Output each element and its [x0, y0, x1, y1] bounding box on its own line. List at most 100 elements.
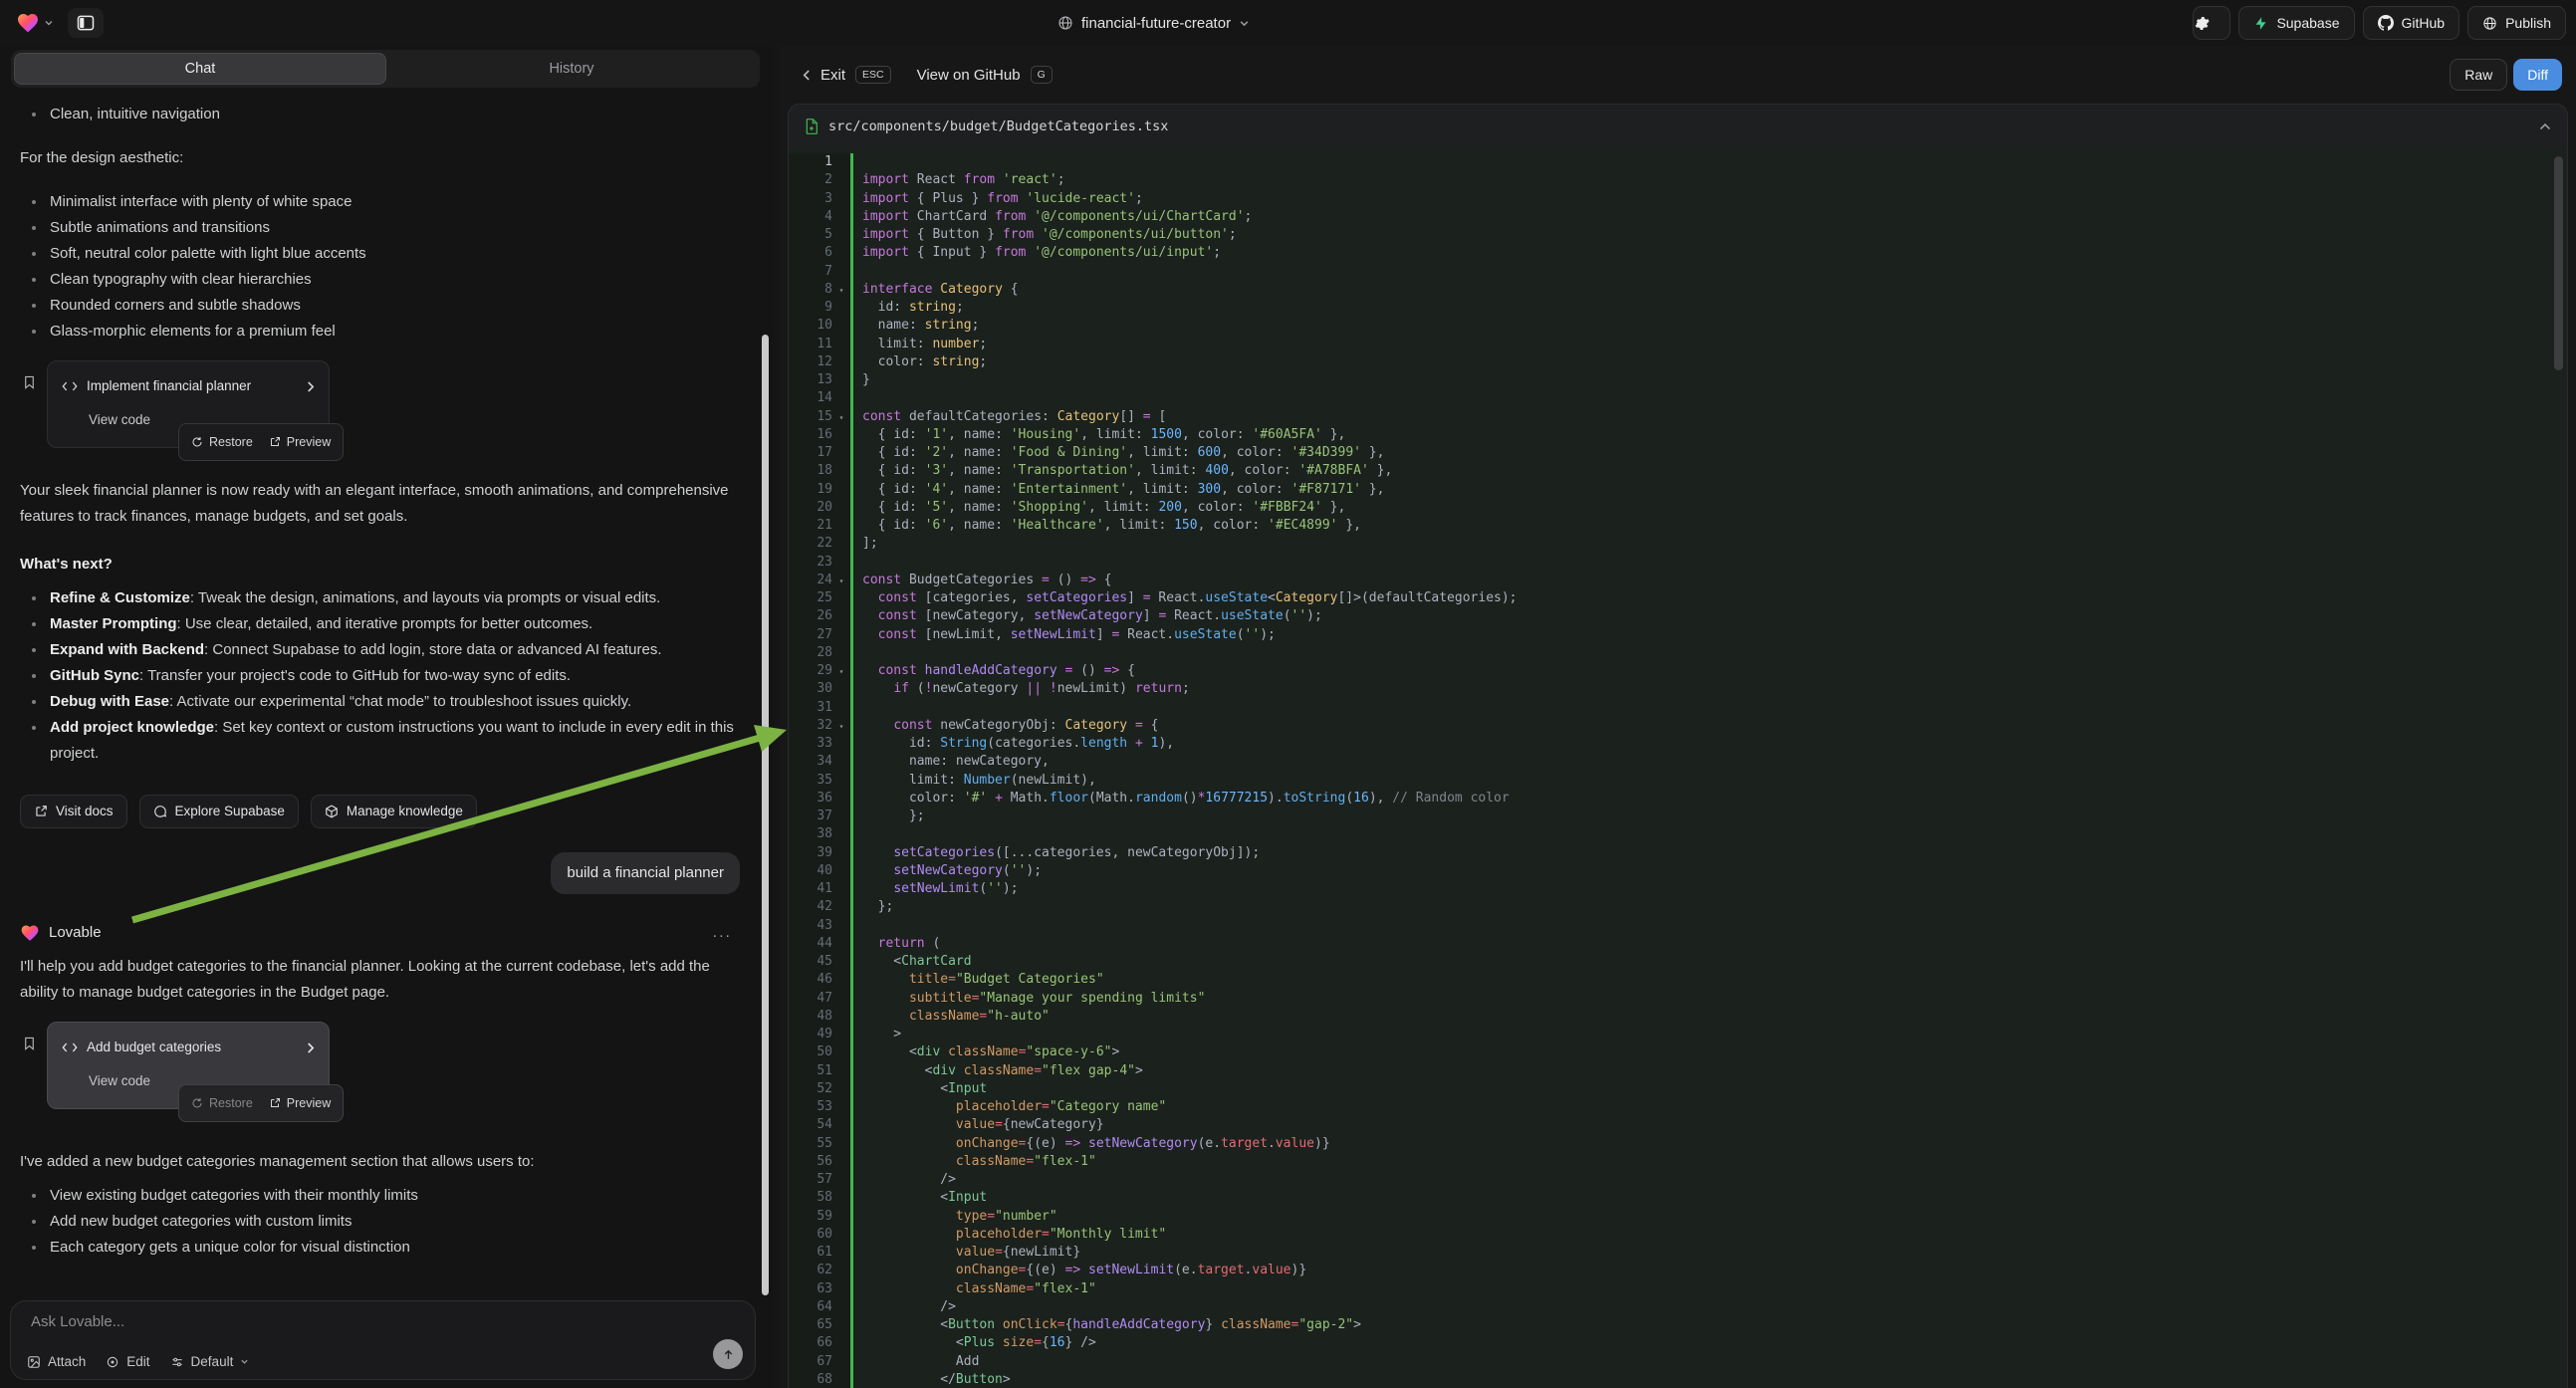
code-line: 33 id: String(categories.length + 1), [789, 735, 2567, 753]
caret-spacer [832, 735, 850, 753]
assistant-header: Lovable ... [20, 920, 740, 946]
chevron-down-icon [240, 1357, 249, 1366]
caret-spacer [832, 1280, 850, 1298]
line-number: 34 [789, 753, 832, 771]
sidebar-toggle-button[interactable] [68, 8, 104, 38]
project-title-dropdown[interactable]: financial-future-creator [1057, 0, 1250, 46]
exit-button[interactable]: Exit ESC [802, 66, 891, 84]
line-number: 6 [789, 244, 832, 262]
fold-caret-icon[interactable]: ▾ [832, 408, 850, 426]
caret-spacer [832, 244, 850, 262]
lovable-heart-icon [20, 923, 40, 943]
caret-spacer [832, 554, 850, 572]
line-number: 40 [789, 862, 832, 880]
raw-toggle-button[interactable]: Raw [2450, 59, 2507, 91]
external-link-icon [269, 436, 281, 448]
fold-caret-icon[interactable]: ▾ [832, 572, 850, 589]
version-card-add-budget-categories[interactable]: Add budget categories View code Restore … [47, 1022, 330, 1109]
line-number: 14 [789, 389, 832, 407]
caret-spacer [832, 263, 850, 281]
restore-button[interactable]: Restore [191, 429, 253, 455]
manage-knowledge-button[interactable]: Manage knowledge [311, 795, 477, 828]
bookmark-icon[interactable] [22, 374, 37, 390]
caret-spacer [832, 753, 850, 771]
bookmark-icon[interactable] [22, 1036, 37, 1051]
added-bullet-list: View existing budget categories with the… [20, 1183, 740, 1261]
list-item: Minimalist interface with plenty of whit… [20, 189, 740, 215]
code-line: 58 <Input [789, 1189, 2567, 1207]
tab-chat[interactable]: Chat [14, 53, 386, 85]
fold-caret-icon[interactable]: ▾ [832, 281, 850, 299]
caret-spacer [832, 680, 850, 698]
visit-docs-button[interactable]: Visit docs [20, 795, 127, 828]
fold-caret-icon[interactable]: ▾ [832, 717, 850, 735]
supabase-label: Supabase [2276, 15, 2339, 31]
supabase-button[interactable]: Supabase [2238, 6, 2354, 40]
diff-toggle-button[interactable]: Diff [2513, 59, 2562, 91]
lovable-logo-menu[interactable] [0, 11, 54, 35]
line-number: 60 [789, 1226, 832, 1244]
code-icon [62, 380, 78, 392]
caret-spacer [832, 517, 850, 535]
code-line: 16 { id: '1', name: 'Housing', limit: 15… [789, 426, 2567, 444]
line-number: 49 [789, 1026, 832, 1043]
restore-button[interactable]: Restore [191, 1090, 253, 1116]
line-number: 10 [789, 317, 832, 335]
message-options-icon[interactable]: ... [713, 920, 740, 946]
mode-select[interactable]: Default [170, 1354, 250, 1369]
publish-label: Publish [2505, 15, 2551, 31]
line-number: 19 [789, 481, 832, 499]
line-number: 51 [789, 1062, 832, 1080]
caret-spacer [832, 626, 850, 644]
code-line: 23 [789, 554, 2567, 572]
tab-history[interactable]: History [386, 53, 757, 85]
chat-scrollbar[interactable] [762, 335, 769, 1295]
external-link-icon [34, 805, 48, 818]
caret-spacer [832, 426, 850, 444]
chat-input[interactable] [31, 1313, 695, 1330]
send-button[interactable] [713, 1339, 743, 1369]
preview-button[interactable]: Preview [269, 1090, 331, 1116]
code-scrollbar[interactable] [2554, 156, 2563, 370]
line-number: 12 [789, 353, 832, 371]
line-number: 4 [789, 208, 832, 226]
caret-spacer [832, 589, 850, 607]
caret-spacer [832, 1226, 850, 1244]
code-line: 50 <div className="space-y-6"> [789, 1043, 2567, 1061]
line-number: 50 [789, 1043, 832, 1061]
publish-button[interactable]: Publish [2467, 6, 2566, 40]
chat-message-list: Clean, intuitive navigation For the desi… [0, 90, 760, 1288]
restore-icon [191, 1097, 203, 1109]
caret-spacer [832, 1298, 850, 1316]
code-line: 42 }; [789, 898, 2567, 916]
line-number: 61 [789, 1244, 832, 1262]
view-on-github-button[interactable]: View on GitHub G [917, 66, 1053, 84]
fold-caret-icon[interactable]: ▾ [832, 662, 850, 680]
list-item: Add new budget categories with custom li… [20, 1209, 740, 1235]
caret-spacer [832, 208, 850, 226]
attach-button[interactable]: Attach [27, 1354, 86, 1369]
chat-history-tabs: Chat History [11, 50, 760, 88]
panel-left-icon [76, 13, 96, 33]
line-number: 44 [789, 935, 832, 953]
code-line: 20 { id: '5', name: 'Shopping', limit: 2… [789, 499, 2567, 517]
line-number: 45 [789, 953, 832, 971]
line-number: 26 [789, 607, 832, 625]
line-number: 25 [789, 589, 832, 607]
github-button[interactable]: GitHub [2363, 6, 2460, 40]
line-number: 13 [789, 371, 832, 389]
settings-button[interactable] [2193, 6, 2230, 40]
list-item: GitHub Sync: Transfer your project's cod… [20, 663, 740, 689]
line-number: 55 [789, 1135, 832, 1153]
file-header[interactable]: src/components/budget/BudgetCategories.t… [789, 105, 2567, 148]
code-line: 27 const [newLimit, setNewLimit] = React… [789, 626, 2567, 644]
version-card-title: Add budget categories [87, 1035, 297, 1060]
preview-button[interactable]: Preview [269, 429, 331, 455]
code-line: 24▾const BudgetCategories = () => { [789, 572, 2567, 589]
target-icon [106, 1355, 119, 1369]
chevron-left-icon [802, 69, 811, 82]
version-card-implement-financial-planner[interactable]: Implement financial planner View code Re… [47, 360, 330, 448]
line-number: 46 [789, 971, 832, 989]
edit-button[interactable]: Edit [106, 1354, 149, 1369]
explore-supabase-button[interactable]: Explore Supabase [139, 795, 299, 828]
